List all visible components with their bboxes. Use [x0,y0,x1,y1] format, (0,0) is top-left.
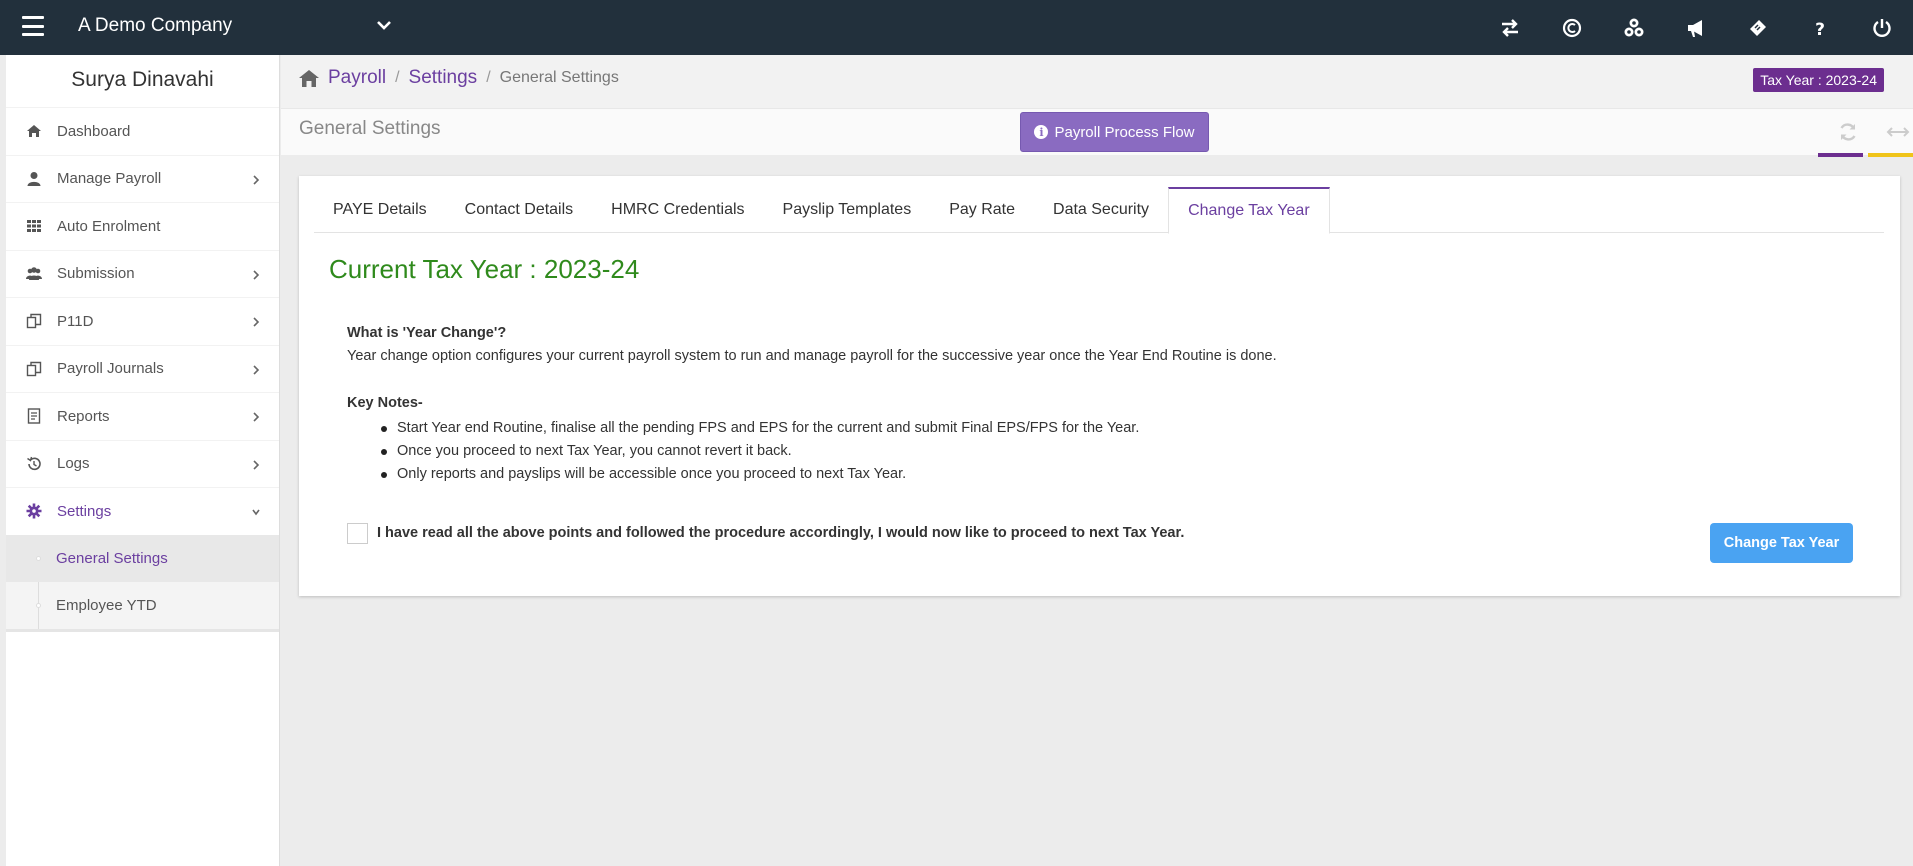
chevron-down-icon [252,509,260,516]
breadcrumb-separator: / [395,69,400,86]
year-change-description: Year change option configures your curre… [347,348,1277,364]
payroll-process-flow-button[interactable]: i Payroll Process Flow [1020,112,1209,152]
list-item: Start Year end Routine, finalise all the… [380,417,1139,440]
breadcrumb: Payroll / Settings / General Settings [298,67,619,89]
sidebar: Surya Dinavahi Dashboard Manage Payroll … [6,55,280,866]
sidebar-item-p11d[interactable]: P11D [6,297,279,345]
key-notes-list: Start Year end Routine, finalise all the… [380,417,1139,486]
user-name: Surya Dinavahi [71,68,214,91]
sidebar-item-reports[interactable]: Reports [6,392,279,440]
bullet-icon [36,602,41,608]
breadcrumb-settings[interactable]: Settings [409,67,478,89]
user-icon [25,170,43,188]
chevron-down-icon[interactable] [376,16,392,36]
chevron-right-icon [253,269,260,280]
list-item: Only reports and payslips will be access… [380,463,1139,486]
tab-contact-details[interactable]: Contact Details [446,187,593,233]
sidebar-item-settings[interactable]: Settings [6,487,279,535]
chevron-right-icon [253,317,260,327]
sidebar-item-dashboard[interactable]: Dashboard [6,107,279,155]
list-item: Once you proceed to next Tax Year, you c… [380,440,1139,463]
tax-year-badge: Tax Year : 2023-24 [1753,68,1884,92]
key-notes-title: Key Notes- [347,395,423,411]
sidebar-item-logs[interactable]: Logs [6,439,279,488]
change-tax-year-button[interactable]: Change Tax Year [1710,523,1853,563]
copy-icon [25,312,43,330]
page-title: General Settings [299,118,441,139]
sidebar-subitem-general-settings[interactable]: General Settings [6,534,279,582]
accent-bar-yellow [1868,153,1913,157]
sidebar-item-payroll-journals[interactable]: Payroll Journals [6,344,279,393]
sidebar-item-label: Auto Enrolment [57,217,161,235]
sidebar-item-label: Payroll Journals [57,360,164,378]
breadcrumb-payroll[interactable]: Payroll [328,67,386,89]
chevron-right-icon [253,364,260,375]
svg-text:?: ? [1815,20,1825,39]
announcement-icon[interactable] [1665,0,1727,55]
sidebar-subitem-label: General Settings [56,549,168,567]
sidebar-item-submission[interactable]: Submission [6,249,279,298]
home-icon[interactable] [298,68,320,88]
copy-icon [25,360,43,378]
confirm-checkbox-label[interactable]: I have read all the above points and fol… [377,525,1184,541]
tab-paye-details[interactable]: PAYE Details [314,187,446,233]
sidebar-subitem-label: Employee YTD [56,596,157,614]
sidebar-item-label: Logs [57,455,90,473]
grid-icon [25,217,43,235]
bullet-icon [36,555,41,561]
tab-data-security[interactable]: Data Security [1034,187,1168,233]
page-header: General Settings i Payroll Process Flow [281,108,1913,157]
sidebar-item-auto-enrolment[interactable]: Auto Enrolment [6,202,279,250]
sidebar-item-label: Manage Payroll [57,170,162,188]
menu-icon[interactable] [22,16,44,36]
sidebar-subitem-employee-ytd[interactable]: Employee YTD [6,582,279,629]
info-icon: i [1034,125,1049,139]
gear-icon [25,502,43,520]
expand-icon[interactable] [1885,121,1911,143]
tab-change-tax-year[interactable]: Change Tax Year [1168,187,1330,234]
tab-bar: PAYE Details Contact Details HMRC Creden… [314,187,1884,234]
tab-payslip-templates[interactable]: Payslip Templates [764,187,931,233]
current-tax-year-heading: Current Tax Year : 2023-24 [329,254,640,284]
sidebar-item-manage-payroll[interactable]: Manage Payroll [6,154,279,203]
sidebar-item-label: Dashboard [57,122,131,140]
switch-icon[interactable] [1479,0,1541,55]
users-icon [25,265,43,283]
power-icon[interactable] [1851,0,1913,55]
refresh-icon[interactable] [1837,121,1859,143]
sidebar-item-label: Reports [57,407,110,425]
report-icon [25,407,43,425]
chevron-right-icon [253,412,260,422]
tab-hmrc-credentials[interactable]: HMRC Credentials [592,187,763,233]
credit-icon[interactable] [1541,0,1603,55]
settings-submenu: General Settings Employee YTD [6,534,279,632]
sidebar-item-label: Submission [57,265,135,283]
accent-bar-purple [1818,153,1863,157]
payroll-process-flow-label: Payroll Process Flow [1054,123,1195,141]
home-icon [25,122,43,140]
sidebar-item-label: Settings [57,502,112,520]
year-change-question: What is 'Year Change'? [347,325,507,341]
sidebar-item-label: P11D [57,312,94,330]
tab-pay-rate[interactable]: Pay Rate [930,187,1034,233]
company-name[interactable]: A Demo Company [78,15,232,37]
ticket-icon[interactable] [1727,0,1789,55]
breadcrumb-separator: / [486,69,491,86]
confirm-checkbox[interactable] [347,523,368,544]
settings-card: PAYE Details Contact Details HMRC Creden… [299,176,1900,596]
chevron-right-icon [253,459,260,470]
breadcrumb-current: General Settings [499,69,619,86]
modules-icon[interactable] [1603,0,1665,55]
help-icon[interactable]: ? [1789,0,1851,55]
breadcrumb-bar: Payroll / Settings / General Settings Ta… [281,55,1913,108]
chevron-right-icon [253,174,260,185]
top-bar: A Demo Company ? [0,0,1913,55]
history-icon [25,455,43,473]
